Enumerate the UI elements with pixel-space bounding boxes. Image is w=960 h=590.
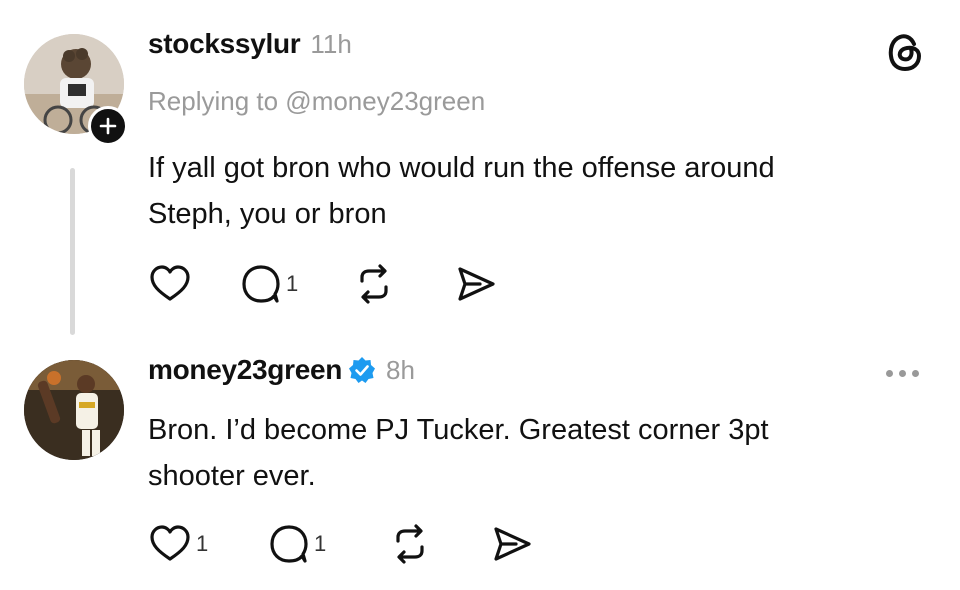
replying-to-label[interactable]: Replying to @money23green — [148, 86, 485, 117]
like-count: 1 — [196, 531, 209, 556]
person-avatar-image — [24, 360, 124, 460]
more-dot — [912, 370, 919, 377]
like-button[interactable] — [148, 262, 240, 306]
post-text: If yall got bron who would run the offen… — [148, 145, 908, 237]
like-button[interactable]: 1 — [148, 522, 268, 566]
post-header: money23green 8h — [148, 354, 415, 386]
share-button[interactable] — [490, 522, 550, 566]
post-text-line: Steph, you or bron — [148, 198, 387, 230]
comment-icon — [270, 525, 308, 563]
username[interactable]: money23green — [148, 354, 342, 386]
heart-icon — [150, 525, 190, 561]
post-text-line: shooter ever. — [148, 460, 316, 492]
plus-icon — [99, 117, 117, 135]
threads-logo-graphic — [888, 34, 922, 72]
heart-icon — [150, 265, 190, 301]
reply-count: 1 — [286, 271, 299, 296]
follow-button[interactable] — [88, 106, 128, 146]
thread-connector-line — [70, 168, 75, 335]
share-button[interactable] — [454, 262, 514, 306]
comment-icon — [242, 265, 280, 303]
timestamp: 11h — [310, 29, 352, 59]
share-icon — [458, 267, 495, 301]
repost-button[interactable] — [352, 262, 454, 306]
repost-icon — [396, 524, 424, 564]
more-dot — [886, 370, 893, 377]
post-header: stockssylur 11h — [148, 28, 352, 60]
post-text-line: If yall got bron who would run the offen… — [148, 152, 775, 184]
share-icon — [494, 527, 531, 561]
comment-button[interactable]: 1 — [240, 262, 352, 306]
post-text-line: Bron. I’d become PJ Tucker. Greatest cor… — [148, 414, 769, 446]
more-dot — [899, 370, 906, 377]
threads-logo-icon[interactable] — [880, 27, 930, 77]
verified-icon — [349, 357, 376, 383]
post-text: Bron. I’d become PJ Tucker. Greatest cor… — [148, 407, 908, 499]
repost-button[interactable] — [388, 522, 490, 566]
post-actions: 1 1 — [148, 522, 550, 566]
username[interactable]: stockssylur — [148, 28, 301, 60]
repost-icon — [360, 264, 388, 304]
post-actions: 1 — [148, 262, 514, 306]
timestamp: 8h — [386, 355, 415, 385]
comment-button[interactable]: 1 — [268, 522, 388, 566]
reply-count: 1 — [314, 531, 327, 556]
more-icon[interactable] — [886, 370, 919, 377]
avatar[interactable] — [24, 360, 124, 460]
